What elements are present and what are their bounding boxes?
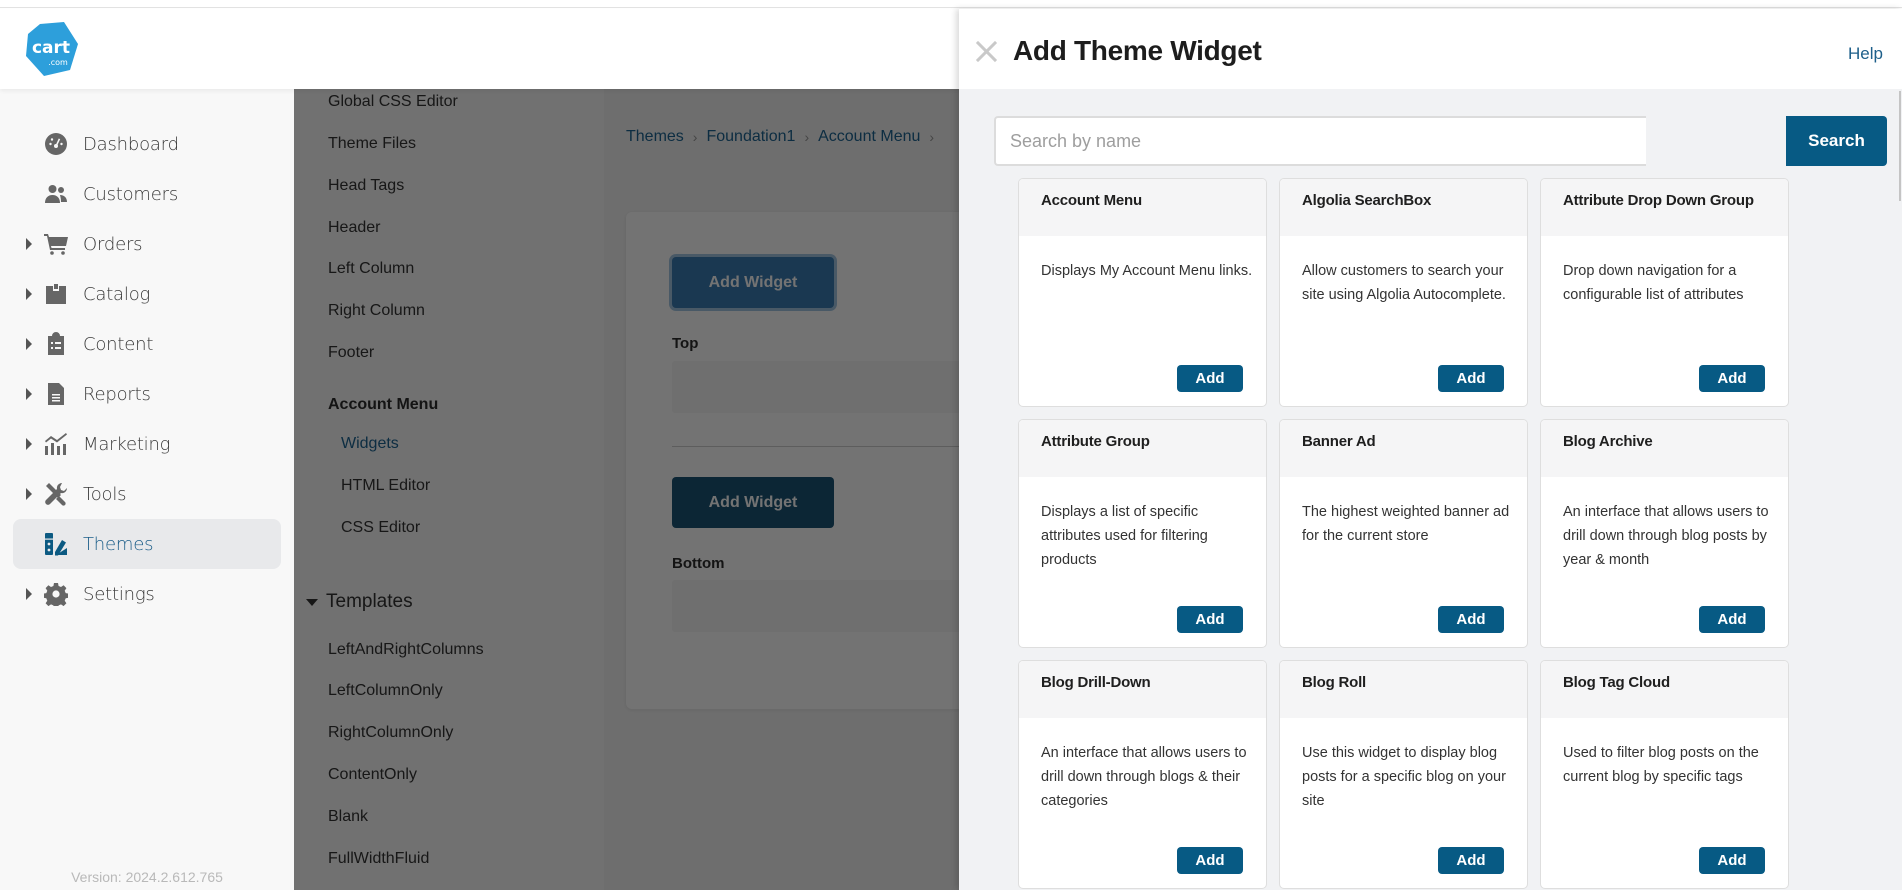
app-version: Version: 2024.2.612.765 [71, 869, 223, 885]
widget-description: The highest weighted banner ad for the c… [1302, 504, 1510, 544]
widget-card: Blog Drill-Down An interface that allows… [1018, 660, 1267, 889]
close-icon[interactable] [974, 39, 998, 63]
widget-title: Blog Roll [1302, 674, 1367, 691]
expand-caret-icon [26, 588, 32, 600]
widget-title: Algolia SearchBox [1302, 192, 1432, 209]
expand-caret-icon [26, 338, 32, 350]
expand-caret-icon [26, 288, 32, 300]
modal-backdrop[interactable] [294, 89, 959, 890]
expand-caret-icon [26, 438, 32, 450]
widget-card: Account Menu Displays My Account Menu li… [1018, 178, 1267, 407]
widget-card: Attribute Drop Down Group Drop down navi… [1540, 178, 1789, 407]
widget-title: Blog Tag Cloud [1563, 674, 1670, 691]
widget-description: An interface that allows users to drill … [1041, 745, 1247, 809]
add-theme-widget-drawer: Add Theme Widget Help Search Account Men… [959, 9, 1902, 890]
file-report-icon [43, 381, 69, 407]
add-widget-button[interactable]: Add [1438, 847, 1504, 874]
widget-description: Used to filter blog posts on the current… [1563, 745, 1759, 785]
sidebar-item-label: Orders [83, 233, 143, 255]
sidebar-item-tools[interactable]: Tools [13, 469, 281, 519]
sidebar-item-label: Reports [83, 383, 151, 405]
sidebar-item-customers[interactable]: Customers [13, 169, 281, 219]
widget-title: Attribute Drop Down Group [1563, 192, 1754, 209]
logo-subtext: .com [48, 58, 68, 67]
add-widget-button[interactable]: Add [1699, 606, 1765, 633]
widget-title: Blog Drill-Down [1041, 674, 1151, 691]
drawer-header: Add Theme Widget Help [959, 9, 1902, 89]
swatchbook-icon [43, 531, 69, 557]
widget-description: Displays My Account Menu links. [1041, 263, 1253, 279]
widget-description: Allow customers to search your site usin… [1302, 263, 1506, 303]
clipboard-list-icon [43, 331, 69, 357]
add-widget-button[interactable]: Add [1177, 365, 1243, 392]
dashboard-gauge-icon [43, 131, 69, 157]
gear-icon [43, 581, 69, 607]
sidebar-item-orders[interactable]: Orders [13, 219, 281, 269]
help-link[interactable]: Help [1848, 44, 1883, 64]
sidebar-item-label: Content [83, 333, 154, 355]
widget-description: Displays a list of specific attributes u… [1041, 504, 1208, 568]
sidebar-item-label: Themes [83, 533, 154, 555]
widget-card: Blog Tag Cloud Used to filter blog posts… [1540, 660, 1789, 889]
chart-bars-icon [43, 431, 69, 457]
users-icon [43, 181, 69, 207]
main-sidebar: Dashboard Customers Orders Catalog Conte… [0, 89, 294, 890]
widget-description: An interface that allows users to drill … [1563, 504, 1769, 568]
widget-card: Attribute Group Displays a list of speci… [1018, 419, 1267, 648]
sidebar-item-content[interactable]: Content [13, 319, 281, 369]
widget-card: Blog Roll Use this widget to display blo… [1279, 660, 1528, 889]
widget-title: Account Menu [1041, 192, 1142, 209]
add-widget-button[interactable]: Add [1177, 847, 1243, 874]
sidebar-item-reports[interactable]: Reports [13, 369, 281, 419]
widget-title: Banner Ad [1302, 433, 1376, 450]
sidebar-item-dashboard[interactable]: Dashboard [13, 119, 281, 169]
expand-caret-icon [26, 488, 32, 500]
logo-text: cart [32, 38, 70, 58]
add-widget-button[interactable]: Add [1699, 365, 1765, 392]
widget-card: Blog Archive An interface that allows us… [1540, 419, 1789, 648]
add-widget-button[interactable]: Add [1438, 365, 1504, 392]
widget-card: Algolia SearchBox Allow customers to sea… [1279, 178, 1528, 407]
sidebar-item-label: Marketing [83, 433, 171, 455]
expand-caret-icon [26, 388, 32, 400]
widget-description: Use this widget to display blog posts fo… [1302, 745, 1506, 809]
widget-card: Banner Ad The highest weighted banner ad… [1279, 419, 1528, 648]
sidebar-item-label: Customers [83, 183, 179, 205]
sidebar-item-label: Tools [83, 483, 127, 505]
sidebar-item-label: Settings [83, 583, 155, 605]
widget-title: Blog Archive [1563, 433, 1653, 450]
add-widget-button[interactable]: Add [1438, 606, 1504, 633]
widget-description: Drop down navigation for a configurable … [1563, 263, 1744, 303]
browser-top-edge [0, 0, 1902, 8]
sidebar-item-catalog[interactable]: Catalog [13, 269, 281, 319]
drawer-title: Add Theme Widget [1013, 35, 1262, 66]
cart-icon [43, 231, 69, 257]
tools-icon [43, 481, 69, 507]
drawer-scrollbar[interactable] [1899, 91, 1901, 201]
expand-caret-icon [26, 238, 32, 250]
widget-title: Attribute Group [1041, 433, 1150, 450]
cart-com-logo[interactable]: cart .com [24, 22, 78, 76]
sidebar-item-marketing[interactable]: Marketing [13, 419, 281, 469]
add-widget-button[interactable]: Add [1699, 847, 1765, 874]
add-widget-button[interactable]: Add [1177, 606, 1243, 633]
search-button[interactable]: Search [1786, 116, 1887, 166]
sidebar-item-label: Dashboard [83, 133, 179, 155]
sidebar-item-themes[interactable]: Themes [13, 519, 281, 569]
sidebar-item-settings[interactable]: Settings [13, 569, 281, 619]
box-icon [43, 281, 69, 307]
sidebar-item-label: Catalog [83, 283, 151, 305]
widget-search-input[interactable] [994, 116, 1646, 166]
